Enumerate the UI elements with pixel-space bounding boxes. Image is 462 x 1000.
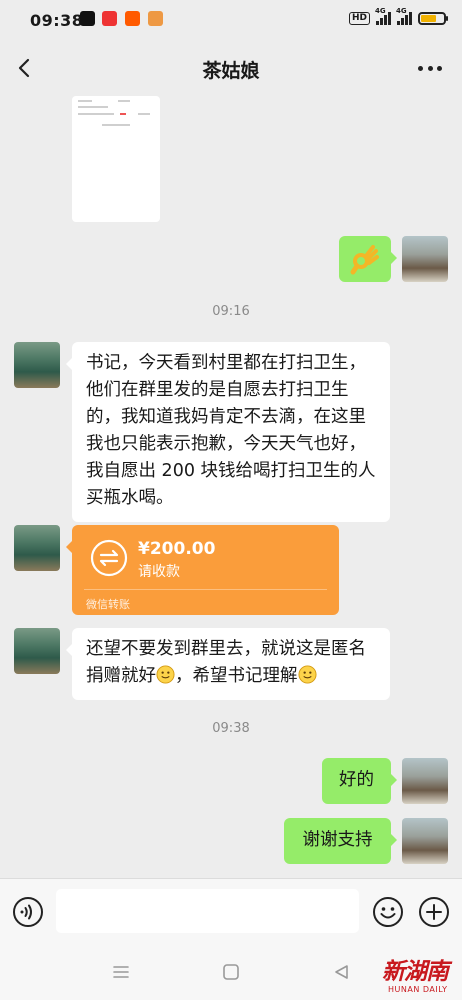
- watermark-logo: 新湖南: [382, 958, 449, 985]
- app-notification-icon-2: [148, 11, 163, 26]
- tiktok-app-icon: [80, 11, 95, 26]
- taobao-app-icon: [125, 11, 140, 26]
- watermark-sub: HUNAN DAILY: [388, 985, 448, 994]
- message-text: ，希望书记理解: [175, 666, 298, 686]
- reply-bubble[interactable]: 好的: [322, 758, 397, 804]
- back-nav-icon[interactable]: [332, 963, 350, 981]
- more-options-icon[interactable]: [418, 63, 442, 73]
- chat-title: 茶姑娘: [202, 60, 260, 82]
- signal-icon: 4G: [375, 7, 391, 25]
- transfer-footer: 微信转账: [86, 598, 130, 611]
- status-bar: 09:38 HD 4G 4G: [0, 0, 462, 40]
- chat-header: 茶姑娘: [0, 40, 462, 98]
- hunan-daily-watermark: 新湖南 HUNAN DAILY: [382, 952, 452, 998]
- transfer-status: 请收款: [138, 564, 180, 580]
- reply-text: 谢谢支持: [302, 830, 373, 850]
- contact-avatar[interactable]: [14, 628, 60, 674]
- smile-emoji-icon: [297, 665, 317, 684]
- transfer-amount: ¥200.00: [138, 539, 216, 559]
- timestamp: 09:38: [212, 721, 250, 736]
- hd-badge: HD: [348, 11, 370, 25]
- message-bubble[interactable]: 书记，今天看到村里都在打扫卫生，他们在群里发的是自愿去打扫卫生的，我知道我妈肯定…: [66, 342, 390, 522]
- app-notification-icon: [102, 11, 117, 26]
- signal-icon-2: 4G: [396, 7, 412, 25]
- ok-hand-emoji-icon: [350, 245, 379, 275]
- status-right: HD 4G 4G: [348, 7, 448, 25]
- my-avatar[interactable]: [402, 758, 448, 804]
- status-time: 09:38: [30, 11, 84, 30]
- message-bubble[interactable]: 还望不要发到群里去，就说这是匿名捐赠就好 ，希望书记理解: [66, 628, 390, 700]
- timestamp: 09:16: [212, 304, 250, 319]
- voice-input-icon[interactable]: [12, 896, 44, 928]
- reply-text: 好的: [339, 770, 374, 790]
- transfer-arrows-icon: [90, 539, 128, 577]
- message-input[interactable]: [56, 889, 359, 933]
- document-thumbnail[interactable]: [72, 96, 160, 222]
- contact-avatar[interactable]: [14, 525, 60, 571]
- reply-bubble[interactable]: 谢谢支持: [284, 818, 397, 864]
- divider: [84, 589, 327, 590]
- transfer-card[interactable]: ¥200.00 请收款 微信转账: [66, 525, 339, 615]
- emoji-button-icon[interactable]: [372, 896, 404, 928]
- my-avatar[interactable]: [402, 818, 448, 864]
- home-icon[interactable]: [222, 963, 240, 981]
- my-avatar[interactable]: [402, 236, 448, 282]
- ok-emoji-bubble[interactable]: [339, 236, 397, 282]
- contact-avatar[interactable]: [14, 342, 60, 388]
- input-bar: [0, 878, 462, 944]
- add-more-icon[interactable]: [418, 896, 450, 928]
- battery-icon: [418, 11, 448, 25]
- menu-icon[interactable]: [112, 963, 130, 981]
- message-text: 书记，今天看到村里都在打扫卫生，他们在群里发的是自愿去打扫卫生的，我知道我妈肯定…: [86, 353, 376, 508]
- smile-emoji-icon: [156, 665, 175, 684]
